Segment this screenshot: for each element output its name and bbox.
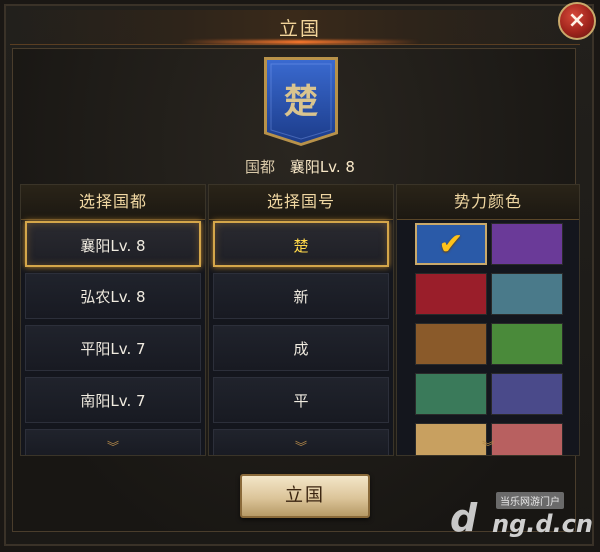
name-column: 选择国号 楚 新 成 平 ︾ — [208, 184, 394, 456]
name-option[interactable]: 成 — [213, 325, 389, 371]
watermark: d 当乐网游门户 ng.d.cn — [448, 486, 598, 546]
scroll-down-icon[interactable]: ︾ — [21, 441, 205, 453]
banner-character: 楚 — [284, 82, 318, 122]
name-option[interactable]: 平 — [213, 377, 389, 423]
color-swatch[interactable] — [415, 273, 487, 315]
color-swatch[interactable] — [491, 223, 563, 265]
close-button[interactable]: × — [558, 2, 596, 40]
capital-column-header: 选择国都 — [21, 185, 205, 220]
checkmark-icon: ✔ — [438, 227, 464, 262]
name-option-label: 新 — [293, 288, 309, 306]
scroll-down-icon[interactable]: ︾ — [209, 441, 393, 453]
color-swatch[interactable] — [491, 373, 563, 415]
name-option[interactable]: 新 — [213, 273, 389, 319]
name-option-label: 成 — [293, 340, 309, 358]
name-column-header: 选择国号 — [209, 185, 393, 220]
capital-option-label: 襄阳Lv. 8 — [80, 237, 146, 255]
capital-option-label: 南阳Lv. 7 — [80, 392, 146, 410]
capital-option[interactable]: 南阳Lv. 7 — [25, 377, 201, 423]
color-column: 势力颜色 ✔ ︾ — [396, 184, 580, 456]
close-icon: × — [567, 8, 587, 33]
scroll-down-icon[interactable]: ︾ — [397, 441, 579, 453]
found-nation-button[interactable]: 立国 — [240, 474, 370, 518]
capital-column: 选择国都 襄阳Lv. 8 弘农Lv. 8 平阳Lv. 7 南阳Lv. 7 ︾ — [20, 184, 206, 456]
capital-option[interactable]: 平阳Lv. 7 — [25, 325, 201, 371]
capital-info: 国都 襄阳Lv. 8 — [0, 156, 600, 177]
watermark-logo: d — [450, 496, 478, 540]
watermark-domain: ng.d.cn — [492, 510, 593, 538]
name-option-label: 楚 — [293, 237, 309, 255]
capital-option-label: 平阳Lv. 7 — [80, 340, 146, 358]
color-swatch[interactable]: ✔ — [415, 223, 487, 265]
capital-option[interactable]: 弘农Lv. 8 — [25, 273, 201, 319]
capital-value: 襄阳Lv. 8 — [289, 158, 355, 176]
color-swatch[interactable] — [415, 323, 487, 365]
color-swatch[interactable] — [491, 273, 563, 315]
name-option[interactable]: 楚 — [213, 221, 389, 267]
nation-banner: 楚 — [261, 54, 341, 148]
dialog-title: 立国 — [278, 18, 321, 40]
color-column-header: 势力颜色 — [397, 185, 579, 220]
color-swatch[interactable] — [415, 373, 487, 415]
name-option-label: 平 — [293, 392, 309, 410]
watermark-caption: 当乐网游门户 — [496, 492, 564, 509]
capital-option-label: 弘农Lv. 8 — [80, 288, 146, 306]
capital-option[interactable]: 襄阳Lv. 8 — [25, 221, 201, 267]
capital-label: 国都 — [245, 158, 276, 176]
color-swatch[interactable] — [491, 323, 563, 365]
